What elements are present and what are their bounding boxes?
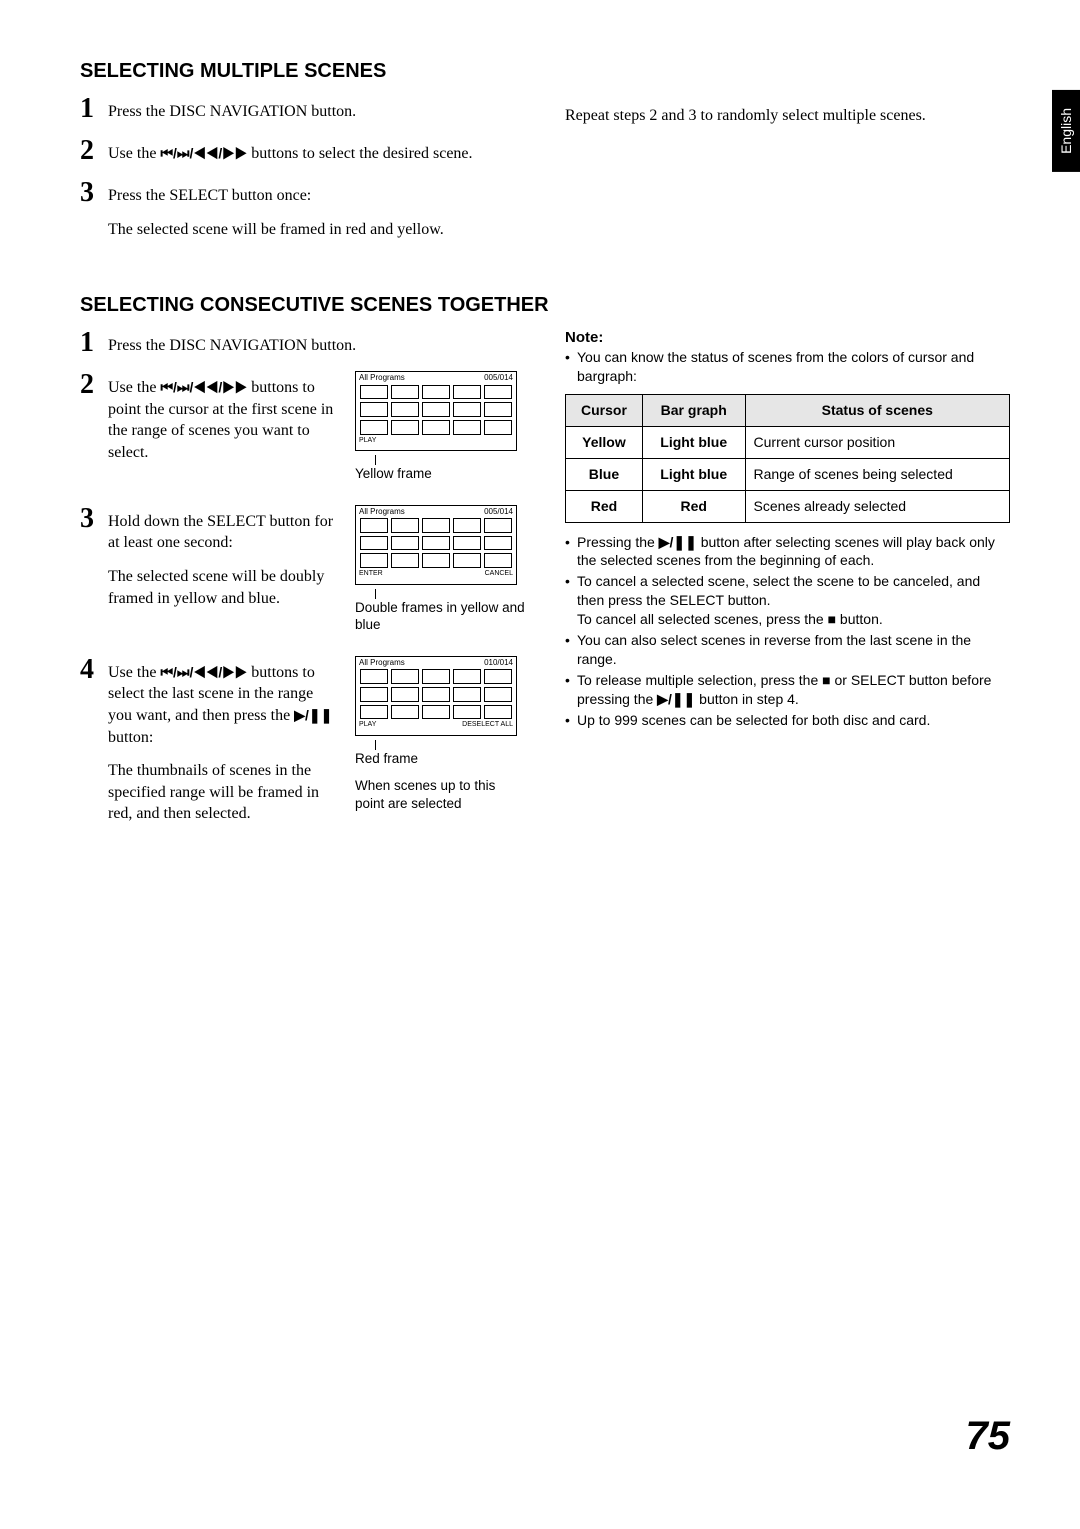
step-text: Press the SELECT button once: The select… [108, 179, 444, 240]
note-b1: You can know the status of scenes from t… [577, 348, 1010, 386]
step-1-1: 1 Press the DISC NAVIGATION button. [80, 95, 525, 123]
note-b4: You can also select scenes in reverse fr… [577, 631, 1010, 669]
th-bargraph: Bar graph [642, 394, 745, 426]
note-b5: To release multiple selection, press the… [577, 671, 1010, 709]
ms-footer-l: ENTER [359, 569, 383, 578]
td: Blue [566, 458, 643, 490]
section1-left: 1 Press the DISC NAVIGATION button. 2 Us… [80, 95, 525, 254]
step-text: Hold down the SELECT button for at least… [108, 505, 341, 609]
ms-pos: 005/014 [484, 507, 513, 517]
text-pre: Use the [108, 379, 160, 396]
language-tab: English [1052, 90, 1080, 172]
caption-red: Red frame [355, 750, 525, 768]
ms-title: All Programs [359, 658, 405, 668]
step-text: Press the DISC NAVIGATION button. [108, 329, 356, 357]
step-2-3: 3 Hold down the SELECT button for at lea… [80, 505, 341, 609]
step3-after: The selected scene will be framed in red… [108, 219, 444, 241]
ms-footer-m: DESELECT ALL [462, 720, 513, 729]
note-b6: Up to 999 scenes can be selected for bot… [577, 711, 930, 730]
td: Light blue [642, 458, 745, 490]
step3-text: Hold down the SELECT button for at least… [108, 513, 333, 552]
mini-screen-1-wrap: All Programs 005/014 PLAY Yellow frame [355, 371, 525, 505]
step-2-4: 4 Use the ⏮/⏭/◀◀/▶▶ buttons to select th… [80, 656, 341, 825]
td: Current cursor position [745, 426, 1009, 458]
step4-after: The thumbnails of scenes in the specifie… [108, 760, 341, 825]
td: Red [642, 490, 745, 522]
text-pre: Use the [108, 145, 160, 162]
mini-screen-2-wrap: All Programs 005/014 ENTER CANCEL Double f… [355, 505, 525, 656]
page: English SELECTING MULTIPLE SCENES 1 Pres… [0, 0, 1080, 1529]
td: Light blue [642, 426, 745, 458]
caption-when: When scenes up to this point are selecte… [355, 777, 525, 812]
step-text: Use the ⏮/⏭/◀◀/▶▶ buttons to point the c… [108, 371, 341, 463]
play-pause-icon: ▶/❚❚ [657, 691, 695, 707]
step3-text: Press the SELECT button once: [108, 187, 311, 204]
step-2-2: 2 Use the ⏮/⏭/◀◀/▶▶ buttons to point the… [80, 371, 341, 463]
ms-pos: 005/014 [484, 373, 513, 383]
nav-buttons-icon: ⏮/⏭/◀◀/▶▶ [160, 663, 247, 682]
caption-yellow: Yellow frame [355, 465, 525, 483]
ms-title: All Programs [359, 507, 405, 517]
step-text: Use the ⏮/⏭/◀◀/▶▶ buttons to select the … [108, 137, 473, 165]
section1-right: Repeat steps 2 and 3 to randomly select … [565, 95, 1010, 254]
th-status: Status of scenes [745, 394, 1009, 426]
status-table: Cursor Bar graph Status of scenes Yellow… [565, 394, 1010, 523]
section-selecting-multiple: SELECTING MULTIPLE SCENES 1 Press the DI… [80, 60, 1010, 254]
mini-screen-double: All Programs 005/014 ENTER CANCEL [355, 505, 517, 585]
step-number: 3 [80, 179, 108, 240]
step-number: 2 [80, 371, 108, 463]
note-b2: Pressing the ▶/❚❚ button after selecting… [577, 533, 1010, 571]
repeat-note: Repeat steps 2 and 3 to randomly select … [565, 95, 1010, 127]
ms-footer-l: PLAY [359, 720, 376, 729]
td: Yellow [566, 426, 643, 458]
heading-consecutive: SELECTING CONSECUTIVE SCENES TOGETHER [80, 294, 1010, 317]
note-heading: Note: [565, 329, 1010, 346]
step-number: 1 [80, 95, 108, 123]
caption-double: Double frames in yellow and blue [355, 599, 525, 634]
note-body: •You can know the status of scenes from … [565, 348, 1010, 729]
note-b3: To cancel a selected scene, select the s… [577, 572, 1010, 629]
th-cursor: Cursor [566, 394, 643, 426]
text-post2: button: [108, 729, 153, 746]
step-text: Press the DISC NAVIGATION button. [108, 95, 356, 123]
step-number: 4 [80, 656, 108, 825]
step-1-2: 2 Use the ⏮/⏭/◀◀/▶▶ buttons to select th… [80, 137, 525, 165]
step-number: 1 [80, 329, 108, 357]
td: Range of scenes being selected [745, 458, 1009, 490]
mini-screen-yellow: All Programs 005/014 PLAY [355, 371, 517, 451]
nav-buttons-icon: ⏮/⏭/◀◀/▶▶ [160, 144, 247, 163]
page-number: 75 [966, 1414, 1011, 1459]
ms-footer-m: CANCEL [485, 569, 513, 578]
section2-left: 1 Press the DISC NAVIGATION button. 2 Us… [80, 329, 525, 839]
play-pause-icon: ▶/❚❚ [294, 706, 332, 725]
td: Scenes already selected [745, 490, 1009, 522]
ms-title: All Programs [359, 373, 405, 383]
stop-icon: ■ [822, 672, 830, 688]
td: Red [566, 490, 643, 522]
text-post: buttons to select the desired scene. [247, 145, 472, 162]
step3-after: The selected scene will be doubly framed… [108, 566, 341, 609]
step-2-1: 1 Press the DISC NAVIGATION button. [80, 329, 525, 357]
ms-footer-l: PLAY [359, 436, 376, 445]
section2-right: Note: •You can know the status of scenes… [565, 329, 1010, 731]
section-selecting-consecutive: SELECTING CONSECUTIVE SCENES TOGETHER 1 … [80, 294, 1010, 839]
step-text: Use the ⏮/⏭/◀◀/▶▶ buttons to select the … [108, 656, 341, 825]
nav-buttons-icon: ⏮/⏭/◀◀/▶▶ [160, 378, 247, 397]
mini-screen-red: All Programs 010/014 PLAY DESELECT ALL [355, 656, 517, 736]
step-number: 2 [80, 137, 108, 165]
play-pause-icon: ▶/❚❚ [659, 534, 697, 550]
ms-pos: 010/014 [484, 658, 513, 668]
mini-screen-3-wrap: All Programs 010/014 PLAY DESELECT ALL Red… [355, 656, 525, 839]
heading-multiple: SELECTING MULTIPLE SCENES [80, 60, 1010, 83]
step-1-3: 3 Press the SELECT button once: The sele… [80, 179, 525, 240]
step-number: 3 [80, 505, 108, 609]
stop-icon: ■ [828, 611, 836, 627]
text-pre: Use the [108, 664, 160, 681]
